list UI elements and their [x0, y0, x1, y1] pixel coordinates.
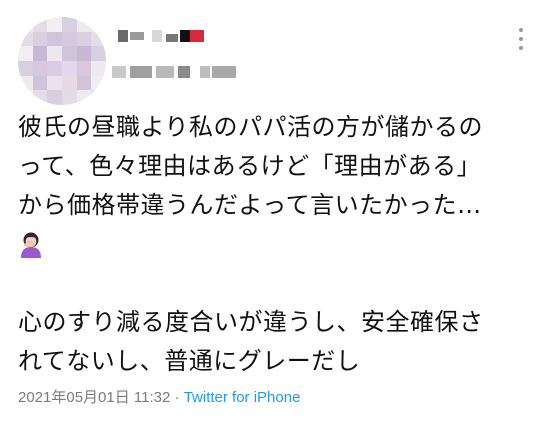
- tweet-line: 彼氏の昼職より私のパパ活の方が儲かるの: [18, 113, 484, 141]
- meta-separator: ·: [170, 389, 184, 406]
- timestamp[interactable]: 2021年05月01日 11:32: [18, 389, 170, 406]
- tweet-line-emoji: [18, 225, 538, 264]
- display-name-blurred[interactable]: [118, 30, 206, 42]
- tweet-text: 彼氏の昼職より私のパパ活の方が儲かるの って、色々理由はあるけど「理由がある」 …: [18, 108, 538, 381]
- source-link[interactable]: Twitter for iPhone: [184, 389, 301, 406]
- tweet-line: から価格帯違うんだよって言いたかった…: [18, 191, 482, 219]
- avatar[interactable]: [18, 17, 106, 105]
- tweet-meta: 2021年05月01日 11:32 · Twitter for iPhone: [18, 386, 300, 407]
- more-options-icon[interactable]: [514, 28, 528, 50]
- tweet-line: 心のすり減る度合いが違うし、安全確保さ: [18, 308, 484, 336]
- tweet-line: って、色々理由はあるけど「理由がある」: [18, 152, 482, 180]
- facepalm-woman-emoji: [18, 231, 44, 259]
- username-blurred[interactable]: [112, 66, 238, 78]
- tweet-line: れてないし、普通にグレーだし: [18, 347, 361, 375]
